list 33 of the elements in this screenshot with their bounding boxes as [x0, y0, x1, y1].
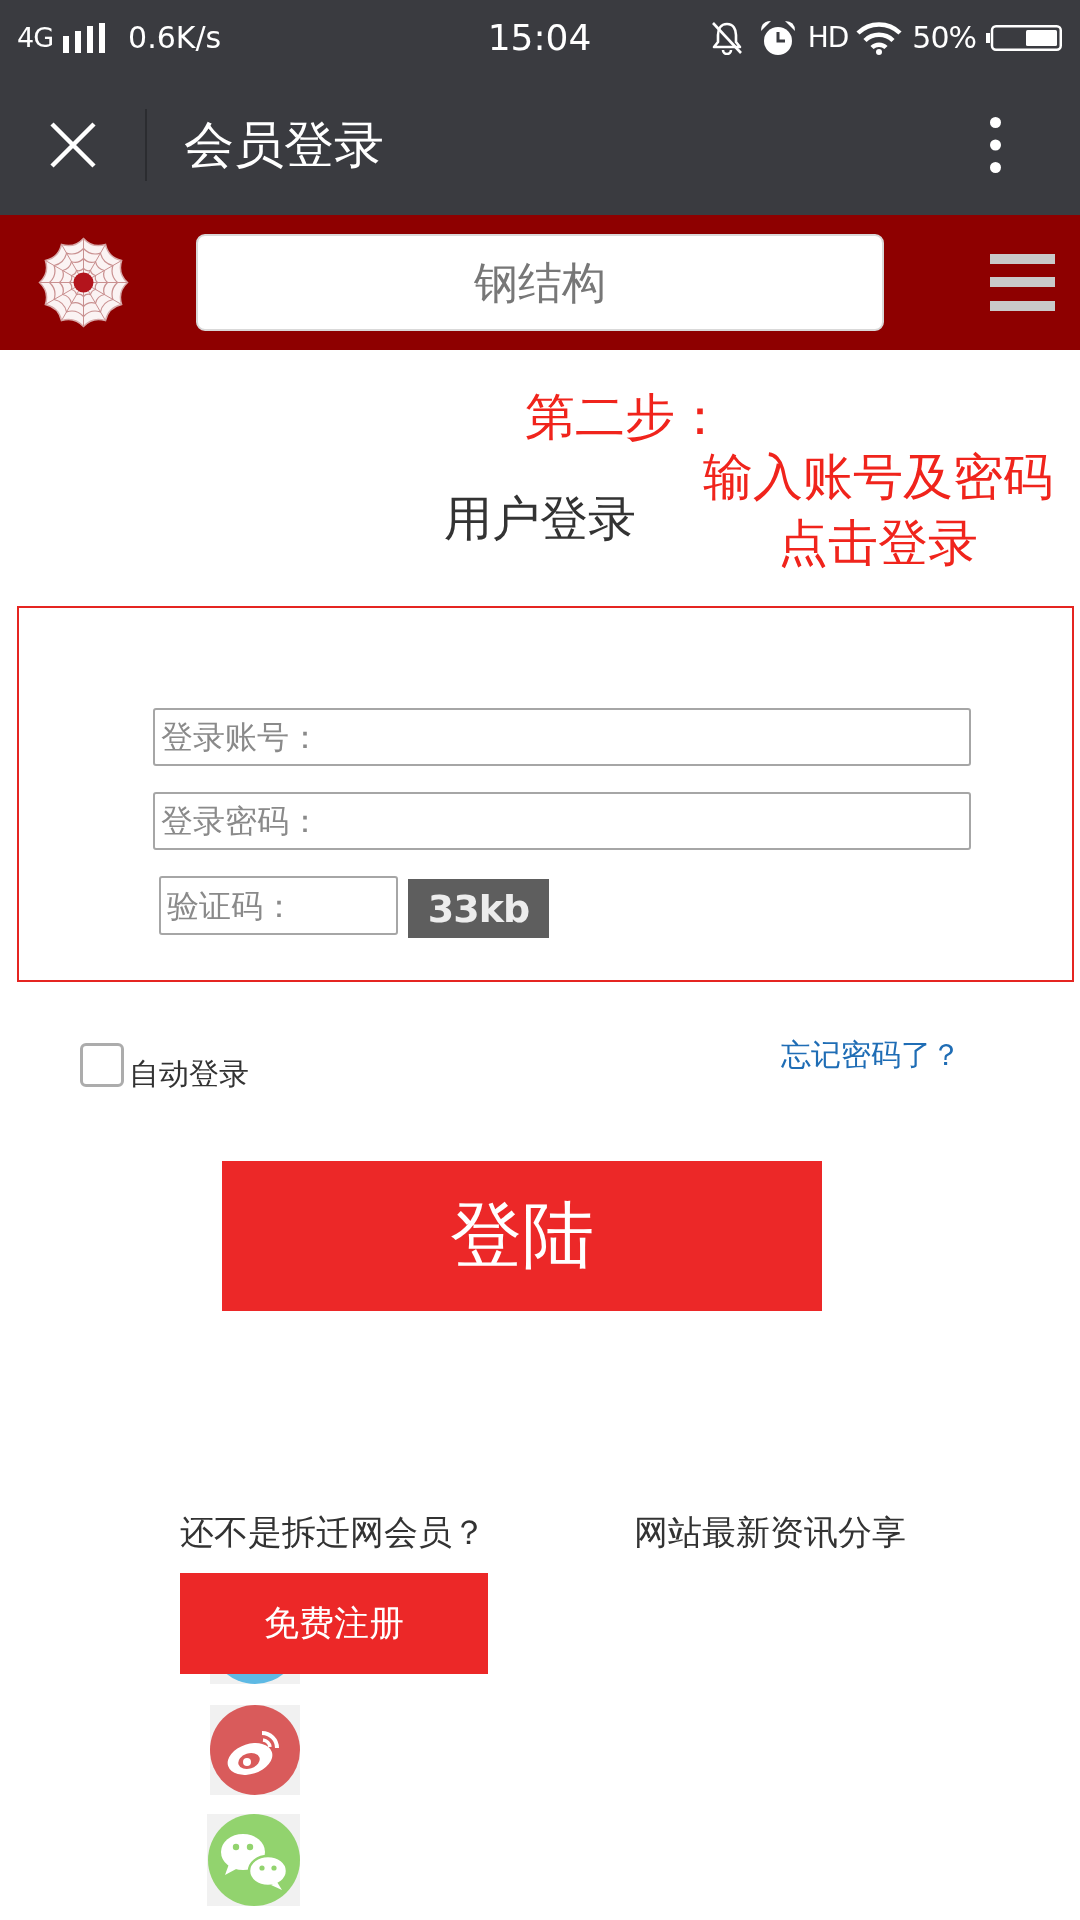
register-button[interactable]: 免费注册	[180, 1573, 488, 1674]
hd-indicator: HD	[807, 20, 849, 55]
spiderweb-logo-icon	[38, 237, 129, 328]
muted-bell-icon	[709, 20, 744, 55]
checkbox-label[interactable]: 自动登录	[129, 1057, 249, 1091]
battery-percent: 50%	[912, 19, 976, 56]
partial-circle-icon[interactable]	[210, 1674, 300, 1684]
login-title: 用户登录	[444, 489, 636, 548]
share-heading: 网站最新资讯分享	[634, 1511, 906, 1553]
checkbox[interactable]	[80, 1043, 124, 1087]
close-icon[interactable]	[50, 122, 96, 168]
signal-bars-icon	[63, 22, 106, 53]
swirl-logo-icon[interactable]	[210, 1705, 300, 1795]
forgot-password-link[interactable]: 忘记密码了？	[781, 1038, 961, 1072]
page-title: 会员登录	[184, 115, 384, 175]
menu-icon[interactable]	[990, 254, 1055, 311]
login-button[interactable]: 登陆	[222, 1161, 822, 1311]
instruction-annotation: 点击登录	[778, 513, 978, 574]
wifi-icon	[856, 20, 903, 55]
alarm-clock-icon	[759, 19, 796, 56]
captcha-image[interactable]: 33kb	[408, 879, 549, 938]
network-type: 4G	[17, 20, 54, 55]
member-prompt: 还不是拆迁网会员？	[180, 1511, 486, 1553]
clock-time: 15:04	[487, 16, 592, 59]
password-field[interactable]: 登录密码：	[153, 792, 971, 850]
battery-icon	[986, 24, 1062, 51]
step-annotation: 第二步：	[525, 387, 725, 447]
captcha-field[interactable]: 验证码：	[159, 876, 398, 935]
network-speed: 0.6K/s	[128, 19, 222, 56]
search-field[interactable]: 钢结构	[196, 234, 884, 331]
instruction-annotation: 输入账号及密码	[703, 447, 1053, 508]
more-options-icon[interactable]	[990, 117, 1001, 173]
account-field[interactable]: 登录账号：	[153, 708, 971, 766]
